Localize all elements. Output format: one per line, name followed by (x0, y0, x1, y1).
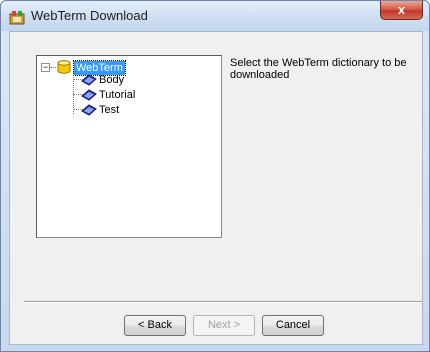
tree-item-label: Tutorial (99, 89, 136, 101)
button-separator (24, 301, 422, 303)
database-icon (57, 60, 71, 74)
close-button[interactable]: x (380, 1, 423, 20)
next-button[interactable]: Next > (193, 315, 255, 336)
tree-item-label: Test (99, 104, 120, 116)
back-button[interactable]: < Back (124, 315, 186, 336)
dictionary-tree[interactable]: − WebTerm Body Tutorial Test (36, 55, 222, 238)
collapse-icon[interactable]: − (41, 63, 50, 72)
tree-item-body[interactable]: Body (99, 73, 124, 87)
window-title: WebTerm Download (31, 8, 148, 23)
book-icon (81, 74, 97, 86)
dialog-client-area: − WebTerm Body Tutorial Test Select the … (9, 31, 423, 345)
close-icon: x (397, 2, 406, 17)
tree-item-test[interactable]: Test (99, 103, 119, 117)
tree-item-label: Body (99, 74, 125, 86)
tree-item-tutorial[interactable]: Tutorial (99, 88, 135, 102)
title-bar[interactable]: WebTerm Download x (1, 1, 429, 31)
cancel-button[interactable]: Cancel (262, 315, 324, 336)
instruction-text: Select the WebTerm dictionary to be down… (230, 57, 407, 81)
book-icon (81, 89, 97, 101)
dialog-window: WebTerm Download x − WebTerm Body Tutori… (0, 0, 430, 352)
app-icon (9, 11, 25, 25)
book-icon (81, 104, 97, 116)
